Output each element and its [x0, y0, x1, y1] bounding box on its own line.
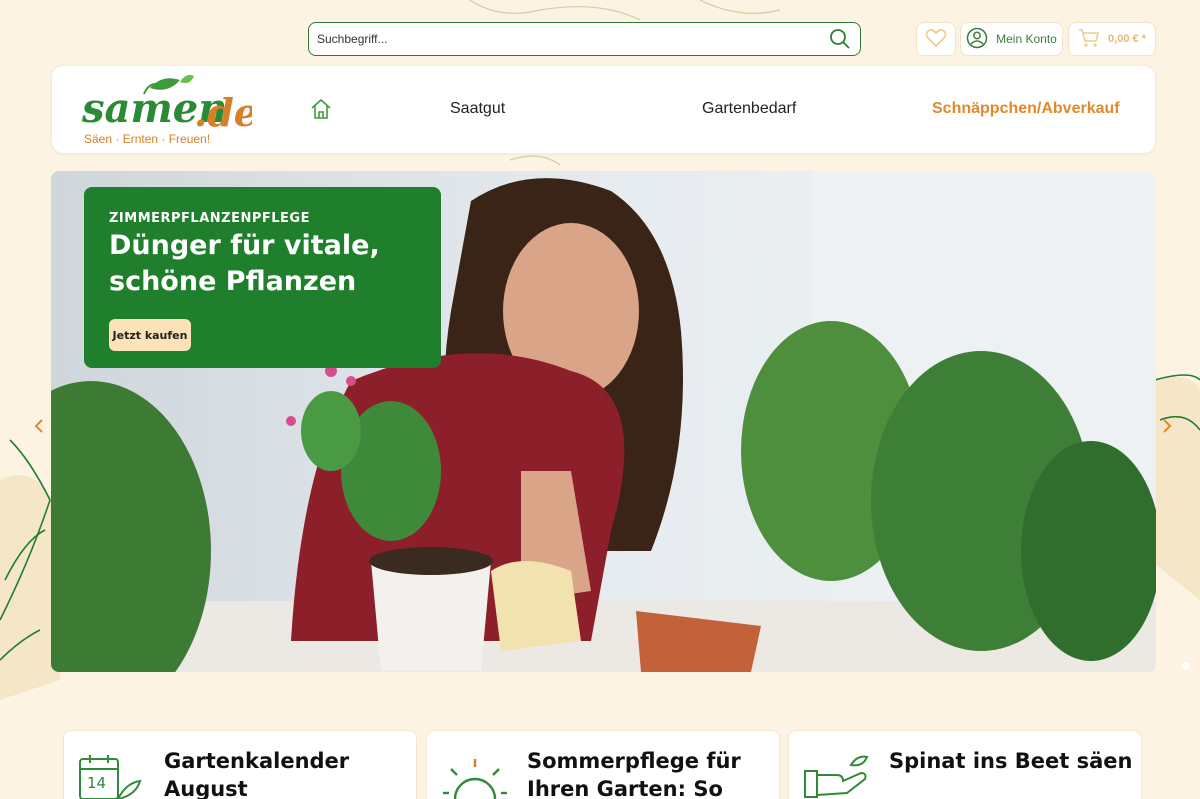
content-cards: 14 Gartenkalender August Sommerpflege fü…: [0, 730, 1200, 799]
user-icon: [966, 27, 988, 52]
content-card[interactable]: Sommerpflege für Ihren Garten: So: [426, 730, 780, 799]
content-card[interactable]: Spinat ins Beet säen: [788, 730, 1142, 799]
account-label: Mein Konto: [996, 32, 1057, 46]
heart-icon: [925, 28, 947, 51]
logo-wordmark-de: .de: [194, 90, 252, 134]
hero-slider[interactable]: ZIMMERPFLANZENPFLEGE Dünger für vitale, …: [51, 171, 1156, 672]
content-card[interactable]: 14 Gartenkalender August: [63, 730, 417, 799]
calendar-icon: 14: [78, 753, 144, 799]
hero-title-line1: Dünger für vitale,: [109, 230, 380, 261]
slider-next-button[interactable]: [1158, 415, 1176, 437]
logo[interactable]: samen .de Säen · Ernten · Freuen!: [81, 74, 258, 148]
shop-now-button[interactable]: Jetzt kaufen: [109, 319, 191, 351]
account-button[interactable]: Mein Konto: [960, 22, 1063, 56]
home-icon[interactable]: [310, 98, 332, 124]
nav-item-saatgut[interactable]: Saatgut: [450, 100, 505, 118]
search-input[interactable]: [317, 32, 828, 46]
logo-tagline: Säen · Ernten · Freuen!: [84, 132, 211, 146]
chevron-left-icon: [34, 419, 43, 433]
slider-dot[interactable]: [1182, 662, 1190, 670]
nav-item-schnaeppchen[interactable]: Schnäppchen/Abverkauf: [932, 100, 1120, 118]
sun-icon: [441, 753, 507, 799]
search-box[interactable]: [308, 22, 861, 56]
hero-title: Dünger für vitale, schöne Pflanzen: [109, 228, 416, 300]
search-icon[interactable]: [828, 27, 852, 51]
hero-promo-card: ZIMMERPFLANZENPFLEGE Dünger für vitale, …: [84, 187, 441, 368]
main-navigation: samen .de Säen · Ernten · Freuen! Saatgu…: [51, 65, 1156, 154]
top-bar: Mein Konto 0,00 € *: [0, 22, 1200, 56]
hand-seed-icon: [803, 753, 873, 799]
hero-title-line2: schöne Pflanzen: [109, 266, 357, 297]
slider-prev-button[interactable]: [30, 415, 48, 437]
card-title: Spinat ins Beet säen: [889, 749, 1133, 773]
cart-button[interactable]: 0,00 € *: [1068, 22, 1156, 56]
hero-eyebrow: ZIMMERPFLANZENPFLEGE: [109, 211, 310, 226]
cart-total: 0,00 € *: [1108, 33, 1146, 45]
nav-item-gartenbedarf[interactable]: Gartenbedarf: [702, 100, 796, 118]
card-title: Sommerpflege für Ihren Garten: So: [527, 749, 741, 799]
wishlist-button[interactable]: [916, 22, 956, 56]
svg-text:14: 14: [87, 774, 106, 792]
cart-icon: [1078, 28, 1100, 51]
chevron-right-icon: [1163, 419, 1172, 433]
card-title: Gartenkalender August: [164, 749, 350, 799]
